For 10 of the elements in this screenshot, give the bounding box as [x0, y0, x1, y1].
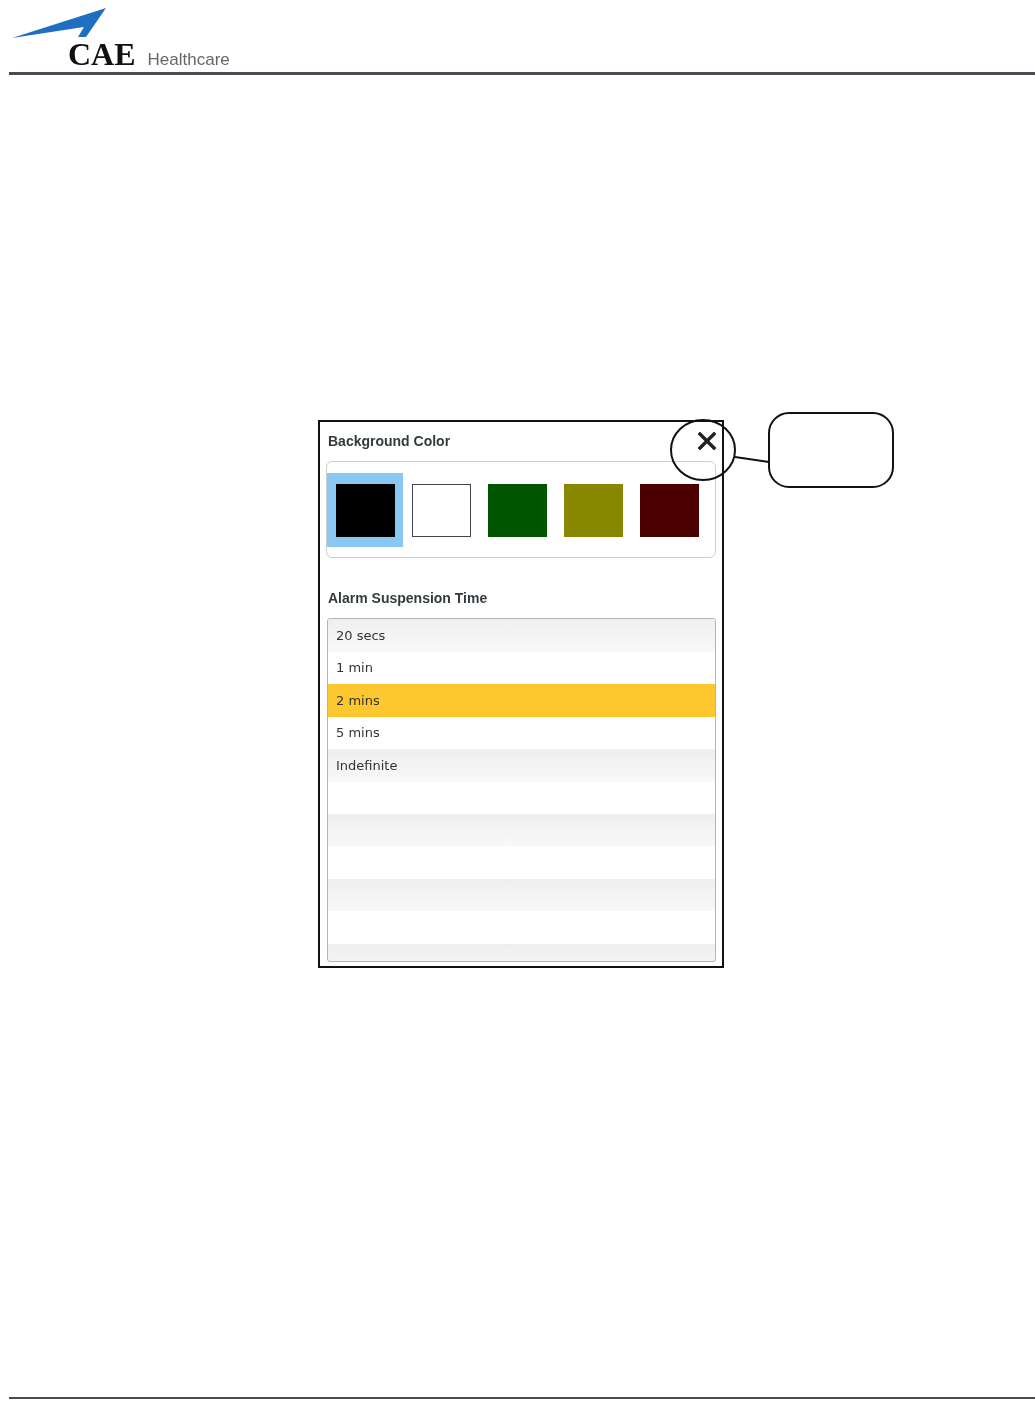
logo-text: CAE: [68, 38, 136, 70]
close-icon[interactable]: [698, 432, 716, 450]
list-item[interactable]: 20 secs: [328, 619, 715, 652]
leader-line: [734, 456, 770, 463]
swatch-button[interactable]: [327, 473, 403, 547]
logo-subtext: Healthcare: [147, 50, 230, 70]
list-item[interactable]: 2 mins: [328, 684, 715, 717]
logo-icon: [12, 8, 106, 38]
section-label: Background Color: [328, 433, 451, 449]
section-label: Alarm Suspension Time: [328, 590, 489, 606]
